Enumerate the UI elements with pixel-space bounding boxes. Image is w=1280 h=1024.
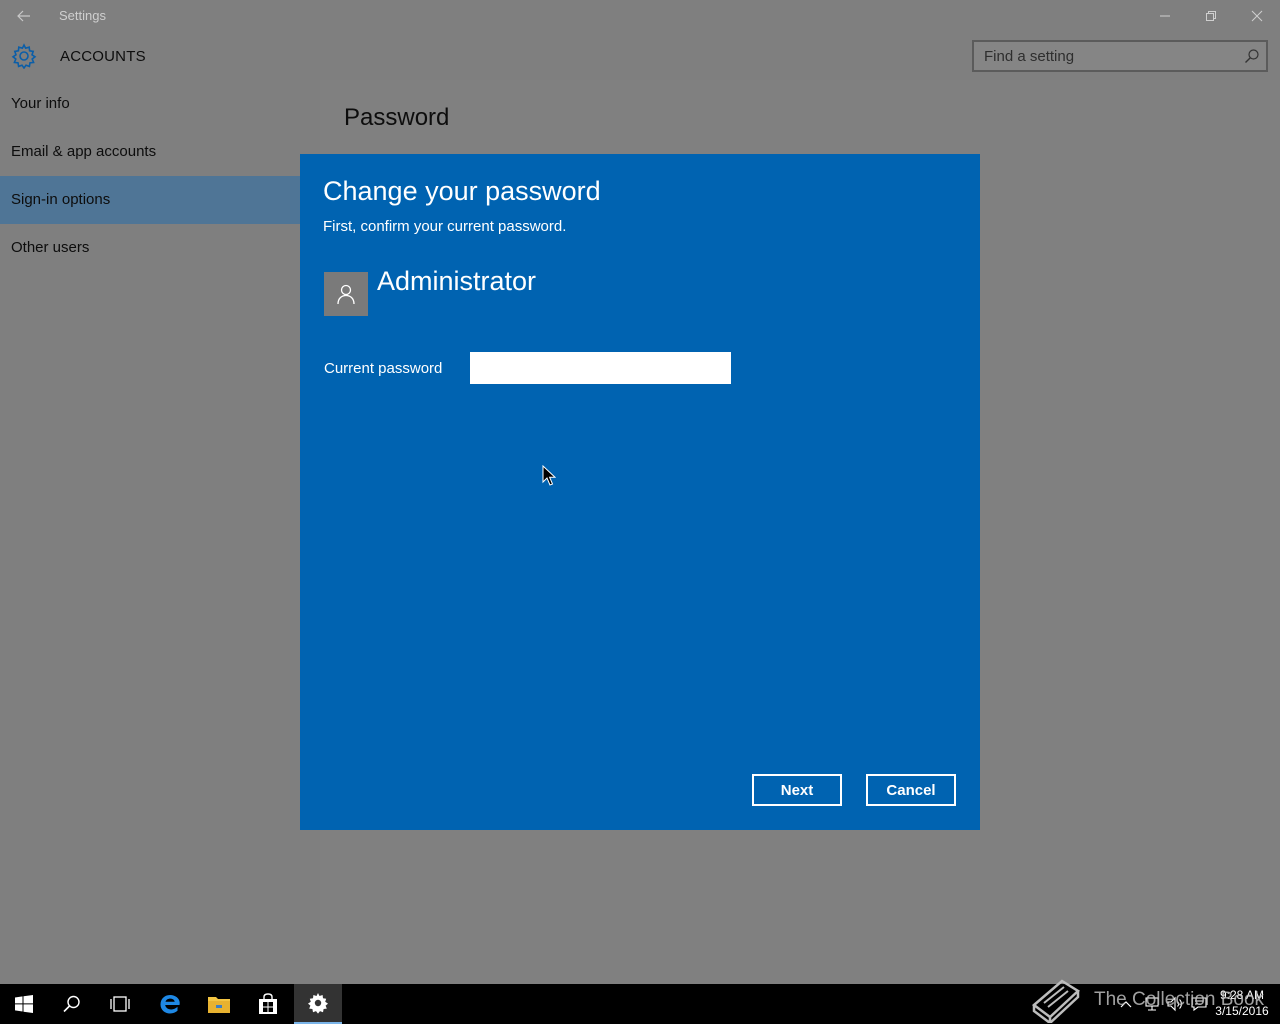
sidebar: Your info Email & app accounts Sign-in o…	[0, 80, 320, 984]
sidebar-item-email-app-accounts[interactable]: Email & app accounts	[0, 128, 320, 176]
mouse-cursor-icon	[542, 465, 556, 486]
sidebar-item-your-info[interactable]: Your info	[0, 80, 320, 128]
file-explorer-icon	[208, 997, 230, 1013]
store-button[interactable]	[244, 984, 292, 1024]
search-icon[interactable]	[1244, 48, 1260, 64]
restore-icon	[1206, 11, 1216, 21]
restore-button[interactable]	[1188, 0, 1234, 32]
sidebar-item-sign-in-options[interactable]: Sign-in options	[0, 176, 320, 224]
change-password-dialog: Change your password First, confirm your…	[300, 154, 980, 830]
task-view-button[interactable]	[96, 984, 144, 1024]
taskbar-search-button[interactable]	[48, 984, 96, 1024]
minimize-icon	[1160, 15, 1170, 17]
close-icon	[1251, 10, 1263, 22]
next-button[interactable]: Next	[752, 774, 842, 806]
app-header: ACCOUNTS	[0, 32, 1280, 80]
window-titlebar: Settings	[0, 0, 1280, 32]
file-explorer-button[interactable]	[195, 984, 243, 1024]
dialog-title: Change your password	[323, 176, 601, 206]
current-password-label: Current password	[324, 360, 443, 377]
back-arrow-icon[interactable]	[14, 6, 34, 26]
gear-icon	[11, 43, 37, 69]
search-input[interactable]	[974, 42, 1234, 70]
section-title: ACCOUNTS	[60, 48, 146, 65]
window-title: Settings	[59, 8, 106, 23]
settings-taskbar-button[interactable]	[294, 984, 342, 1024]
close-button[interactable]	[1234, 0, 1280, 32]
cancel-button[interactable]: Cancel	[866, 774, 956, 806]
task-view-icon	[110, 996, 130, 1012]
page-heading: Password	[344, 104, 450, 131]
search-icon	[63, 995, 80, 1013]
search-box[interactable]	[972, 40, 1268, 72]
store-icon	[259, 993, 277, 1014]
settings-icon	[308, 993, 328, 1014]
sidebar-item-other-users[interactable]: Other users	[0, 224, 320, 272]
edge-button[interactable]	[146, 984, 194, 1024]
edge-icon	[160, 995, 180, 1014]
account-username: Administrator	[377, 266, 537, 296]
book-logo-icon	[1032, 979, 1081, 1023]
watermark-text: The Collection Book	[1094, 989, 1265, 1010]
avatar	[324, 272, 368, 316]
dialog-subtitle: First, confirm your current password.	[323, 218, 567, 235]
user-icon	[337, 284, 355, 305]
current-password-field[interactable]	[470, 352, 731, 384]
start-button[interactable]	[0, 984, 48, 1024]
start-icon	[15, 995, 33, 1013]
minimize-button[interactable]	[1142, 0, 1188, 32]
watermark: The Collection Book	[1030, 977, 1264, 1023]
